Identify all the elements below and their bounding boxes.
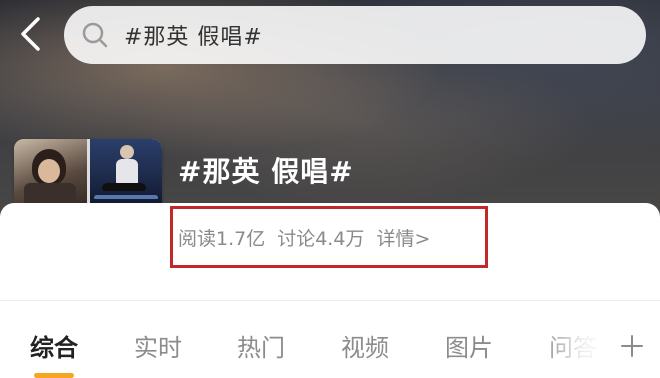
divider (0, 300, 660, 301)
search-query[interactable]: #那英 假唱# (124, 19, 263, 51)
search-bar[interactable]: #那英 假唱# (64, 6, 646, 64)
active-tab-indicator (34, 373, 74, 378)
search-icon (80, 20, 110, 50)
tab-video[interactable]: 视频 (341, 328, 389, 363)
plus-icon (621, 335, 643, 357)
tab-images[interactable]: 图片 (445, 328, 493, 363)
topic-title: #那英 假唱# (178, 155, 354, 188)
topic-page: #那英 假唱# #那英 假唱# 阅读1.7亿 讨论4.4万 详情> 综合 实时 … (0, 0, 660, 378)
tab-comprehensive[interactable]: 综合 (30, 328, 78, 363)
chevron-left-icon (21, 17, 40, 51)
topic-thumbnail (14, 139, 87, 212)
tab-realtime[interactable]: 实时 (134, 328, 182, 363)
back-button[interactable] (12, 14, 48, 54)
topic-thumbnail (89, 139, 162, 212)
tab-bar: 综合 实时 热门 视频 图片 问答 (0, 318, 660, 378)
tab-hot[interactable]: 热门 (237, 328, 285, 363)
tab-qa[interactable]: 问答 (549, 328, 597, 363)
add-tab-button[interactable] (614, 324, 650, 368)
stats-highlight-box (170, 206, 488, 268)
